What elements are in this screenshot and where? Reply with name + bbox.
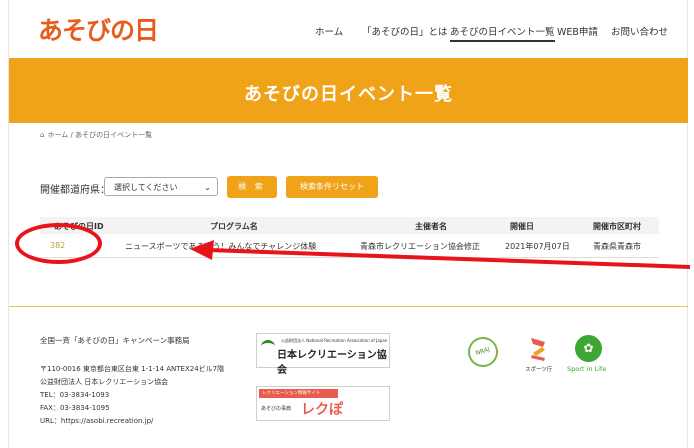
footer-org-name: 公益財団法人 日本レクリエーション協会 xyxy=(40,378,169,386)
sport-in-life-label[interactable]: Sport in Life xyxy=(567,365,606,373)
rekupo-subtext: あそびの事典 xyxy=(261,406,292,412)
footer-fax: FAX：03-3834-1095 xyxy=(40,404,110,412)
nrec-logo-link[interactable]: 公益財団法人 National Recreation Association o… xyxy=(256,333,390,376)
rekupo-logo-text: レクぽ xyxy=(301,402,343,418)
sports-agency-mark-icon xyxy=(531,338,545,361)
footer-tel: TEL：03-3834-1093 xyxy=(40,391,110,399)
sports-agency-label[interactable]: スポーツ庁 xyxy=(525,365,552,373)
rekupo-logo-link[interactable]: レクリエーション情報サイト あそびの事典 レクぽ xyxy=(256,386,390,421)
nrec-logo-text: 日本レクリエーション協会 xyxy=(277,350,387,376)
footer-divider xyxy=(9,306,688,307)
sport-in-life-icon[interactable]: ✿ xyxy=(575,335,602,362)
footer-url[interactable]: URL：https://asobi.recreation.jp/ xyxy=(40,416,153,426)
nrec-logo-subtext: 公益財団法人 National Recreation Association o… xyxy=(281,338,388,343)
rekupo-tag: レクリエーション情報サイト xyxy=(259,389,338,398)
nrec-mark-icon xyxy=(261,340,275,353)
footer-org-title: 全国一斉「あそびの日」キャンペーン事務局 xyxy=(40,336,190,345)
footer-address: 〒110-0016 東京都台東区台東 1-1-14 ANTEX24ビル7階 xyxy=(40,365,225,373)
